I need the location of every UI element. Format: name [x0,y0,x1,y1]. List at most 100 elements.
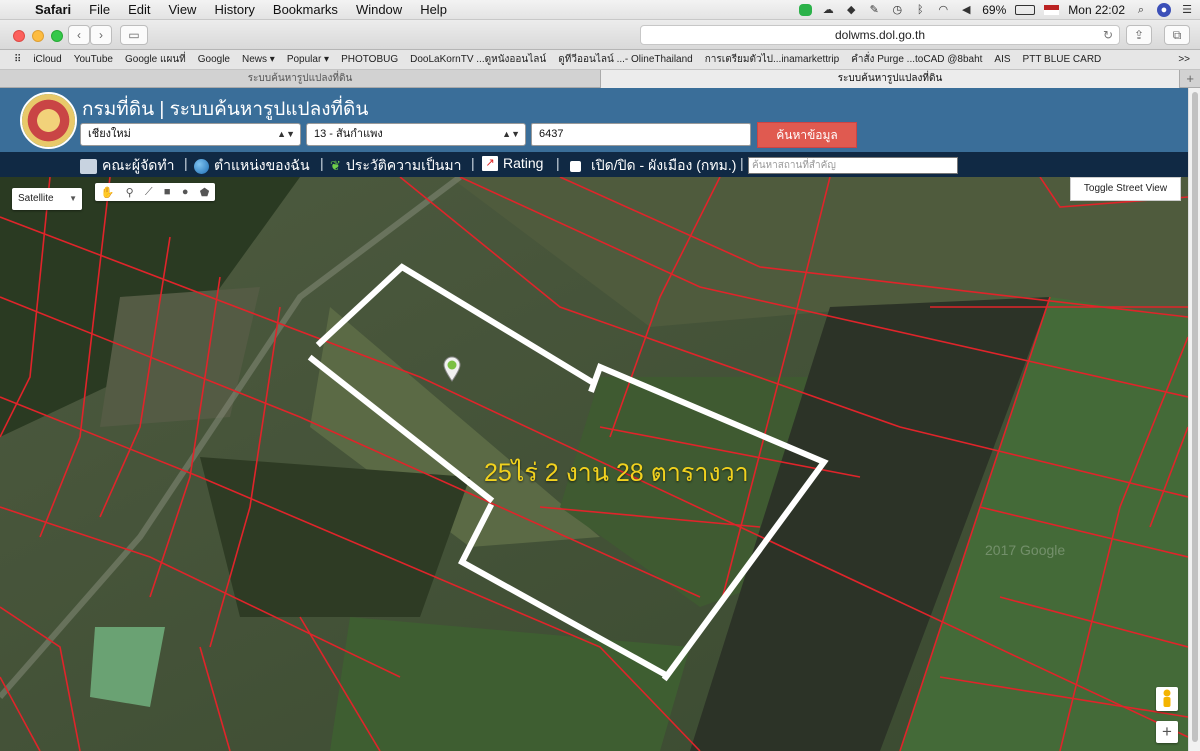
bookmark-item[interactable]: AIS [988,54,1016,65]
nav-separator: | [320,155,324,171]
more-bookmarks-icon[interactable]: >> [1172,54,1196,65]
bookmark-item[interactable]: การเตรียมตัวไป...inamarkettrip [699,52,845,67]
location-pin-icon[interactable] [443,356,461,382]
battery-icon[interactable] [1015,5,1036,15]
sidebar-toggle-icon[interactable]: ▭ [120,25,148,45]
close-window-icon[interactable] [13,30,25,42]
bookmark-item[interactable]: ดูทีวีออนไลน์ ...- OlineThailand [552,52,698,67]
nav-rating[interactable]: ↗ Rating [482,155,543,171]
bookmarks-bar: ⠿ iCloud YouTube Google แผนที่ Google Ne… [0,50,1200,70]
top-sites-icon[interactable]: ⠿ [0,54,27,65]
province-select[interactable]: เชียงใหม่ ▲▼ [80,123,301,146]
chevron-updown-icon: ▲▼ [277,129,295,139]
time-machine-icon[interactable]: ◷ [890,3,904,17]
back-button[interactable]: ‹ [68,25,90,45]
siri-icon[interactable]: ● [1157,3,1171,17]
clock[interactable]: Mon 22:02 [1068,3,1125,17]
nav-separator: | [471,155,475,171]
zoom-in-button[interactable]: + [1156,721,1178,743]
tab-bar: ระบบค้นหารูปแปลงที่ดิน ระบบค้นหารูปแปลงท… [0,70,1200,88]
search-button[interactable]: ค้นหาข้อมูล [757,122,857,148]
address-bar[interactable]: dolwms.dol.go.th ↻ [640,25,1120,45]
bookmark-item[interactable]: YouTube [68,54,119,65]
reload-icon[interactable]: ↻ [1103,26,1113,44]
browser-toolbar: ‹ › ▭ dolwms.dol.go.th ↻ ⇪ ⧉ [0,20,1200,50]
district-select[interactable]: 13 - สันกำแพง ▲▼ [306,123,526,146]
app-menu-safari[interactable]: Safari [26,2,80,17]
bookmark-item[interactable]: iCloud [27,54,67,65]
nav-my-location[interactable]: ตำแหน่งของฉัน [194,155,310,177]
nav-team-label: คณะผู้จัดทำ [102,157,175,173]
bookmark-item[interactable]: PHOTOBUG [335,54,404,65]
menu-file[interactable]: File [80,2,119,17]
bookmark-item[interactable]: DooLaKornTV ...ดูหนังออนไลน์ [404,52,552,67]
page-scrollbar[interactable] [1188,88,1200,751]
cloud-icon[interactable]: ☁ [821,3,835,17]
menu-history[interactable]: History [205,2,263,17]
nav-history[interactable]: ❦ ประวัติความเป็นมา [330,155,461,177]
evernote-icon[interactable]: ✎ [867,3,881,17]
flag-icon[interactable] [1044,5,1060,15]
new-tab-icon[interactable]: + [1186,70,1194,88]
wifi-icon[interactable]: ◠ [936,3,950,17]
district-value: 13 - สันกำแพง [314,128,383,140]
toggle-street-view-button[interactable]: Toggle Street View [1070,177,1181,201]
show-tabs-icon[interactable]: ⧉ [1164,25,1190,45]
polyline-tool-icon[interactable]: ⟋ [145,186,153,199]
polygon-tool-icon[interactable]: ⬟ [200,186,210,199]
parcel-number-input[interactable]: 6437 [531,123,751,146]
status-area: ☁ ◆ ✎ ◷ ᛒ ◠ ◀ 69% Mon 22:02 ⌕ ● ☰ [799,0,1194,20]
pegman-icon[interactable] [1156,687,1178,711]
dropbox-icon[interactable]: ◆ [844,3,858,17]
rectangle-tool-icon[interactable]: ■ [164,186,171,198]
chart-icon: ↗ [482,155,498,171]
nav-separator: | [184,155,188,171]
sprout-icon: ❦ [330,158,341,173]
chevron-down-icon: ▼ [69,194,77,203]
area-annotation: 25ไร่ 2 งาน 28 ตารางวา [484,459,749,487]
map-type-select[interactable]: Satellite ▼ [12,188,82,210]
site-header: กรมที่ดิน | ระบบค้นหารูปแปลงที่ดิน เชียง… [0,88,1200,152]
bookmark-item[interactable]: Google แผนที่ [119,52,192,67]
bookmark-folder[interactable]: News ▾ [236,54,281,65]
forward-button[interactable]: › [90,25,112,45]
cityplan-checkbox[interactable] [570,160,581,172]
circle-tool-icon[interactable]: ● [182,186,189,198]
menu-bookmarks[interactable]: Bookmarks [264,2,347,17]
marker-tool-icon[interactable]: ⚲ [126,186,134,199]
nav-toggle-cityplan[interactable]: เปิด/ปิด - ผังเมือง (กทม.) [570,155,736,177]
bookmark-item[interactable]: PTT BLUE CARD [1017,54,1108,65]
globe-icon [194,158,209,174]
battery-percent: 69% [982,3,1007,17]
chevron-updown-icon: ▲▼ [502,129,520,139]
menu-view[interactable]: View [160,2,206,17]
minimize-window-icon[interactable] [32,30,44,42]
scrollbar-thumb[interactable] [1192,92,1198,742]
place-search-input[interactable]: ค้นหาสถานที่สำคัญ [748,157,958,174]
nav-separator: | [556,155,560,171]
page-title: กรมที่ดิน | ระบบค้นหารูปแปลงที่ดิน [82,99,369,120]
volume-icon[interactable]: ◀ [959,3,973,17]
bluetooth-icon[interactable]: ᛒ [913,3,927,17]
nav-team[interactable]: คณะผู้จัดทำ [80,155,174,177]
province-value: เชียงใหม่ [88,128,131,140]
nav-my-location-label: ตำแหน่งของฉัน [214,157,310,173]
pan-hand-icon[interactable]: ✋ [101,186,115,199]
bookmark-item[interactable]: คำสั่ง Purge ...toCAD @8baht [845,52,988,67]
map-type-value: Satellite [18,193,54,204]
bookmark-folder[interactable]: Popular ▾ [281,54,335,65]
macos-menubar: Safari File Edit View History Bookmarks … [0,0,1200,20]
bookmark-item[interactable]: Google [192,54,236,65]
share-icon[interactable]: ⇪ [1126,25,1152,45]
line-icon[interactable] [799,4,813,16]
menu-help[interactable]: Help [411,2,456,17]
zoom-window-icon[interactable] [51,30,63,42]
tab-1[interactable]: ระบบค้นหารูปแปลงที่ดิน [0,70,600,88]
map-view[interactable]: Satellite ▼ ✋ ⚲ ⟋ ■ ● ⬟ Toggle Street Vi… [0,177,1188,751]
spotlight-icon[interactable]: ⌕ [1134,3,1148,17]
menu-window[interactable]: Window [347,2,411,17]
menu-edit[interactable]: Edit [119,2,159,17]
tab-2[interactable]: ระบบค้นหารูปแปลงที่ดิน [600,70,1180,88]
url-text: dolwms.dol.go.th [834,28,926,42]
notification-center-icon[interactable]: ☰ [1180,3,1194,17]
